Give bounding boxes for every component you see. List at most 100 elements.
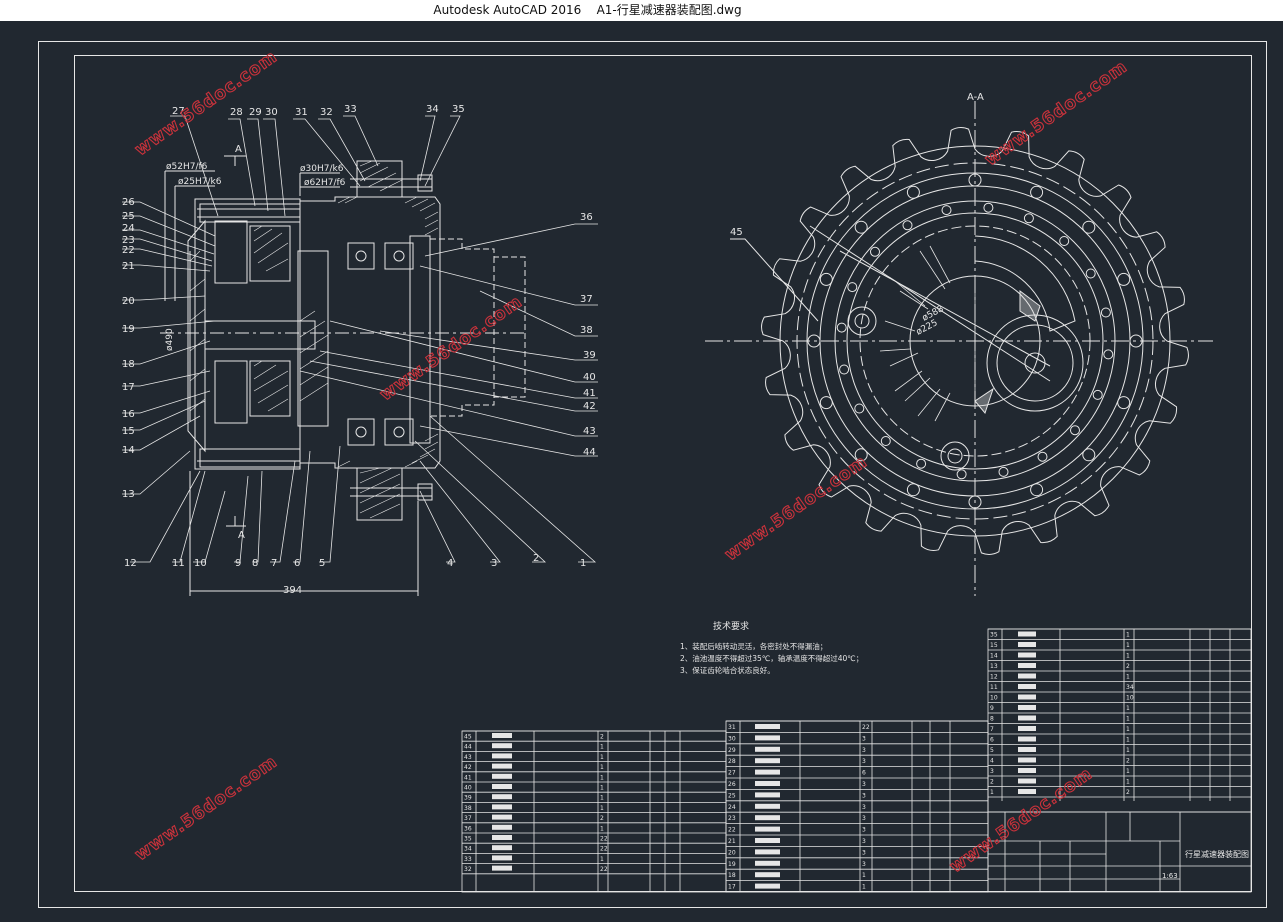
part-number-label: 18	[122, 359, 135, 370]
bom-qty: 1	[1126, 747, 1130, 754]
part-number-label: 39	[583, 350, 596, 361]
bom-qty: 1	[600, 754, 604, 761]
bom-qty: 1	[1126, 705, 1130, 712]
part-number-label: 43	[583, 426, 596, 437]
part-number-label: 17	[122, 382, 135, 393]
part-number-label: 37	[580, 294, 593, 305]
bolt-hole	[1085, 268, 1096, 279]
drawing-canvas[interactable]: 1 2 3 4 5 6 7 8 9 10 11 12 13 14 15 16 17 18 19 20 21 22 23 24 2…	[0, 21, 1283, 922]
part-number-label: 7	[271, 558, 277, 569]
bom-redacted	[492, 763, 512, 769]
bom-redacted	[492, 773, 512, 779]
bom-redacted	[755, 781, 780, 786]
part-number-label: 12	[124, 558, 137, 569]
bom-row-number: 45	[464, 734, 472, 741]
part-number-label: 24	[122, 223, 135, 234]
part-number-label: 5	[319, 558, 325, 569]
bom-qty: 1	[600, 744, 604, 751]
bom-qty: 1	[600, 805, 604, 812]
dim-490: ø490	[165, 328, 175, 351]
bom-row-number: 32	[464, 866, 472, 873]
bom-row-number: 11	[990, 684, 998, 691]
bom-qty: 1	[600, 764, 604, 771]
part-number-label: 45	[730, 227, 743, 238]
bolt-hole	[1082, 220, 1096, 234]
bom-redacted	[492, 845, 512, 851]
bom-row-number: 26	[728, 781, 736, 788]
bom-redacted	[755, 724, 780, 729]
bom-qty: 2	[600, 734, 604, 741]
part-number-label: 25	[122, 211, 135, 222]
watermark: www.56doc.com	[981, 57, 1131, 170]
bolt-hole	[819, 396, 833, 410]
watermark: www.56doc.com	[376, 292, 526, 405]
bom-qty: 1	[600, 774, 604, 781]
part-number-label: 41	[583, 388, 596, 399]
part-number-label: 2	[533, 553, 539, 564]
bom-row-number: 42	[464, 764, 472, 771]
part-number-label: 1	[580, 558, 586, 569]
bom-qty: 3	[862, 792, 866, 799]
bom-qty: 22	[600, 846, 608, 853]
bom-row-number: 19	[728, 861, 736, 868]
bom-row-number: 33	[464, 856, 472, 863]
bolt-hole	[902, 220, 913, 231]
bom-row-number: 21	[728, 838, 736, 845]
bom-row-number: 3	[990, 768, 994, 775]
bom-redacted	[492, 855, 512, 861]
bom-qty: 3	[862, 747, 866, 754]
part-number-label: 13	[122, 489, 135, 500]
bom-row-number: 12	[990, 674, 998, 681]
window-title-bar: Autodesk AutoCAD 2016 A1-行星减速器装配图.dwg	[0, 0, 1283, 21]
part-number-label: 19	[122, 324, 135, 335]
bolt-hole	[956, 469, 967, 480]
bom-redacted	[1018, 736, 1036, 742]
bolt-hole	[983, 202, 994, 213]
bom-row-number: 1	[990, 789, 994, 796]
bom-row-number: 40	[464, 785, 472, 792]
bom-qty: 1	[600, 785, 604, 792]
bom-qty: 22	[600, 836, 608, 843]
bolt-hole	[1117, 272, 1131, 286]
bom-row-number: 13	[990, 663, 998, 670]
bolt-hole	[1082, 448, 1096, 462]
bom-qty: 3	[862, 827, 866, 834]
bom-qty: 3	[862, 804, 866, 811]
bom-redacted	[1018, 757, 1036, 763]
bom-row-number: 28	[728, 758, 736, 765]
bom-row-number: 24	[728, 804, 736, 811]
bom-qty: 1	[1126, 779, 1130, 786]
bolt-hole	[1030, 185, 1044, 199]
bom-text: 45 244 143 142 141 140 139 138 137 236 135 2234 2233…	[464, 631, 1134, 891]
bolt-hole	[870, 246, 880, 257]
bom-row-number: 7	[990, 726, 994, 733]
bolt-hole	[1092, 389, 1103, 400]
app-name: Autodesk AutoCAD 2016	[433, 3, 582, 17]
part-number-label: 33	[344, 104, 357, 115]
bolt-hole	[1100, 307, 1111, 318]
tech-requirements: 技术要求 1、装配后啮转动灵活，各密封处不得漏油； 2、油池温度不得超过35℃，…	[680, 620, 863, 675]
bolt-hole	[819, 272, 833, 286]
part-number-label: 3	[491, 558, 497, 569]
bom-row-number: 34	[464, 846, 472, 853]
bolt-hole	[854, 220, 868, 234]
bom-redacted	[492, 835, 512, 840]
part-number-label: 6	[294, 558, 300, 569]
bom-redacted	[755, 826, 780, 832]
bolt-hole	[1023, 213, 1034, 224]
bom-row-number: 6	[990, 737, 994, 744]
tech-item-1: 1、装配后啮转动灵活，各密封处不得漏油；	[680, 641, 827, 651]
bom-qty: 10	[1126, 695, 1134, 702]
bom-row-number: 35	[990, 632, 998, 639]
part-number-label: 20	[122, 296, 135, 307]
bom-row-number: 5	[990, 747, 994, 754]
bom-row-number: 20	[728, 849, 736, 856]
bom-redacted	[755, 838, 780, 843]
tech-item-2: 2、油池温度不得超过35℃，轴承温度不得超过40℃；	[680, 653, 863, 663]
dim-bore-52: ø52H7/f6	[166, 162, 208, 172]
bom-redacted	[1018, 642, 1036, 647]
bom-qty: 3	[862, 849, 866, 856]
bom-row-number: 31	[728, 724, 736, 731]
bom-row-number: 38	[464, 805, 472, 812]
bom-qty: 1	[600, 856, 604, 863]
